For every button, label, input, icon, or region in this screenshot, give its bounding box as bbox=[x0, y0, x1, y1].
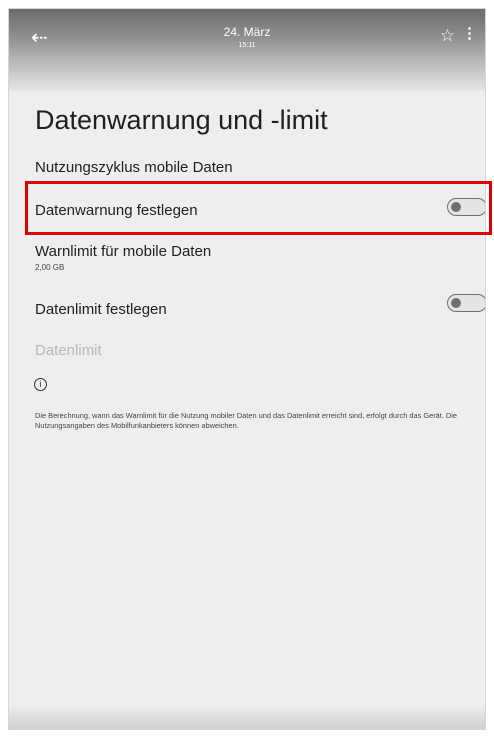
data-limit-toggle-label[interactable]: Datenlimit festlegen bbox=[35, 301, 167, 318]
warning-limit-item[interactable]: Warnlimit für mobile Daten bbox=[35, 243, 211, 260]
usage-cycle-item[interactable]: Nutzungszyklus mobile Daten bbox=[35, 159, 233, 176]
data-limit-item: Datenlimit bbox=[35, 342, 102, 359]
highlight-box bbox=[25, 181, 492, 235]
device-screen: ⇠ 24. März 15:11 ☆ ⋮ Datenwarnung und -l… bbox=[8, 8, 486, 730]
status-date: 24. März bbox=[223, 25, 271, 39]
status-bar: ⇠ 24. März 15:11 ☆ ⋮ bbox=[9, 9, 485, 91]
warning-limit-value: 2,00 GB bbox=[35, 263, 65, 272]
data-limit-toggle[interactable] bbox=[447, 294, 485, 312]
star-icon[interactable]: ☆ bbox=[440, 27, 455, 45]
info-text: Die Berechnung, wann das Warnlimit für d… bbox=[35, 411, 458, 430]
toggle-knob bbox=[451, 297, 461, 308]
status-time: 15:11 bbox=[238, 42, 256, 49]
more-vertical-icon[interactable]: ⋮ bbox=[462, 25, 477, 43]
bottom-shade bbox=[9, 705, 485, 729]
page-title: Datenwarnung und -limit bbox=[35, 105, 328, 135]
info-icon: i bbox=[34, 378, 47, 391]
